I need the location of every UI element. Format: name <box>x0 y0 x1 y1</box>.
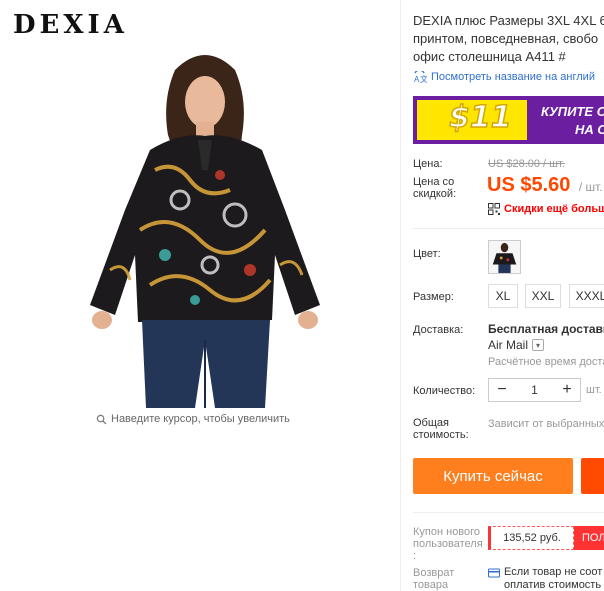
quantity-value[interactable]: 1 <box>531 383 538 397</box>
quantity-label: Количество: <box>413 385 476 397</box>
chevron-down-icon[interactable]: ▾ <box>532 339 545 351</box>
quantity-unit: шт. <box>586 384 602 396</box>
get-coupon-button[interactable]: ПОЛ <box>574 526 604 550</box>
get-coupon-label[interactable]: ПОЛ <box>582 532 604 544</box>
discount-price-label-2: скидкой: <box>413 188 457 200</box>
qr-code-icon <box>488 203 500 215</box>
total-label-2: стоимость: <box>413 429 469 441</box>
app-discount-text[interactable]: Скидки ещё больше <box>504 203 604 215</box>
promo-cta-line1: КУПИТЕ С <box>541 104 604 119</box>
size-option-xxl[interactable]: XXL <box>525 284 561 308</box>
quantity-decrease-button[interactable]: − <box>495 382 509 398</box>
zoom-hint: Наведите курсор, чтобы увеличить <box>96 413 290 425</box>
quantity-stepper[interactable]: − 1 + <box>488 378 581 402</box>
old-price: US $28.00 / шт. <box>488 158 565 170</box>
returns-text-line: Если товар не соот <box>504 566 603 578</box>
size-option-xl[interactable]: XL <box>488 284 518 308</box>
section-divider <box>413 228 604 229</box>
buy-now-button[interactable]: Купить сейчас <box>413 458 573 494</box>
product-title-line: DEXIA плюс Размеры 3XL 4XL 6 <box>413 13 604 28</box>
app-discount-link[interactable]: Скидки ещё больше <box>488 203 604 215</box>
color-thumbnail-image <box>489 241 520 273</box>
promo-banner[interactable]: $11 КУПИТЕ С НА С <box>413 96 604 144</box>
color-label: Цвет: <box>413 248 441 260</box>
section-divider <box>413 512 604 513</box>
color-option-thumbnail[interactable] <box>488 240 521 274</box>
returns-policy: Если товар не соот оплатив стоимость <box>488 566 602 591</box>
add-to-cart-button[interactable] <box>581 458 604 494</box>
brand-logo: DEXIA <box>13 10 128 40</box>
brand-logo-text: DEXIA <box>13 10 128 40</box>
translate-icon: A 文 <box>414 71 427 83</box>
buy-now-label[interactable]: Купить сейчас <box>443 468 542 485</box>
total-label-1: Общая <box>413 417 449 429</box>
product-info: DEXIA плюс Размеры 3XL 4XL 6 принтом, по… <box>401 0 604 591</box>
returns-label-2: товара <box>413 579 449 591</box>
coupon-value: 135,52 руб. <box>488 526 574 550</box>
magnifier-icon <box>96 414 107 424</box>
size-label: Размер: <box>413 291 454 303</box>
coupon-value-text: 135,52 руб. <box>503 532 561 544</box>
shipping-time: Расчётное время доставк <box>488 356 604 368</box>
returns-text-line: оплатив стоимость <box>504 579 602 591</box>
discount-price-label-1: Цена со <box>413 176 455 188</box>
coupon-label-3: : <box>413 550 417 562</box>
returns-text: Если товар не соот оплатив стоимость <box>504 566 602 591</box>
promo-cta-line2: НА С <box>575 122 604 137</box>
zoom-hint-text: Наведите курсор, чтобы увеличить <box>111 413 290 425</box>
product-photo[interactable] <box>80 40 330 408</box>
svg-text:文: 文 <box>420 74 427 83</box>
shipping-method-select[interactable]: Air Mail ▾ <box>488 338 545 352</box>
product-title-line: офис столешница A411 # <box>413 49 566 64</box>
product-gallery: DEXIA Наведите курсор, чтобы увеличить <box>0 0 400 591</box>
shipping-method-text[interactable]: Air Mail <box>488 338 528 352</box>
shipping-title: Бесплатная доставка <box>488 322 604 336</box>
quantity-increase-button[interactable]: + <box>560 382 574 398</box>
total-note: Зависит от выбранных <box>488 418 604 430</box>
promo-amount: $11 <box>448 99 512 136</box>
translate-link-text[interactable]: Посмотреть название на англий <box>431 71 595 83</box>
price-unit: / шт. <box>578 180 603 194</box>
price-label: Цена: <box>413 158 443 170</box>
card-icon <box>488 568 500 578</box>
discount-price: US $5.60 / шт. <box>487 174 603 197</box>
coupon-label-2: пользователя <box>413 538 483 550</box>
product-title: DEXIA плюс Размеры 3XL 4XL 6 принтом, по… <box>413 12 604 66</box>
price-value: US $5.60 <box>487 174 571 196</box>
size-option-xxxl[interactable]: XXXL <box>569 284 604 308</box>
returns-label-1: Возврат <box>413 567 455 579</box>
coupon-label-1: Купон нового <box>413 526 481 538</box>
translate-title-link[interactable]: A 文 Посмотреть название на англий <box>413 71 595 83</box>
shipping-label: Доставка: <box>413 324 464 336</box>
product-title-line: принтом, повседневная, свобо <box>413 31 599 46</box>
